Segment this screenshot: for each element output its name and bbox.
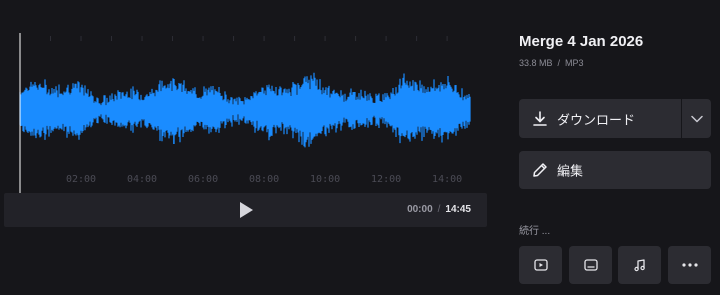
play-button[interactable] [237,201,255,219]
file-size: 33.8 MB [519,58,553,68]
time-readout: 00:00 / 14:45 [407,204,471,215]
waveform-bars [19,72,471,148]
continue-music-button[interactable] [618,246,661,284]
continue-subtitle-button[interactable] [569,246,612,284]
continue-label: 続行 ... [519,226,551,237]
time-separator: / [437,204,441,215]
pencil-icon [533,163,547,177]
chevron-down-icon [690,115,703,122]
time-tick-label: 06:00 [187,174,219,185]
time-tick-label: 02:00 [65,174,97,185]
music-icon [633,259,645,272]
download-icon [533,110,547,126]
meta-separator: / [557,58,561,68]
waveform-panel: 02:00 04:00 06:00 08:00 10:00 12:00 14:00 00:0… [0,0,490,295]
current-time: 00:00 [407,204,433,215]
file-sidebar: Merge 4 Jan 2026 33.8 MB / MP3 ダウンロード 編集 続… [519,0,711,295]
download-label: ダウンロード [557,112,636,127]
time-tick-label: 04:00 [126,174,158,185]
edit-label: 編集 [557,163,584,179]
file-title: Merge 4 Jan 2026 [519,33,644,50]
player-controls: 00:00 / 14:45 [4,193,487,227]
download-button[interactable]: ダウンロード [519,99,681,138]
time-tick-label: 08:00 [249,174,280,185]
file-meta: 33.8 MB / MP3 [519,58,584,68]
download-options-button[interactable] [682,99,711,138]
continue-more-button[interactable] [668,246,711,284]
time-tick-label: 12:00 [371,174,402,185]
time-tick-label: 14:00 [432,174,463,185]
file-format: MP3 [565,58,584,68]
continue-video-button[interactable] [519,246,562,284]
time-tick-label: 10:00 [310,174,341,185]
waveform[interactable] [0,0,490,195]
more-icon [681,263,698,267]
video-icon [533,259,548,271]
edit-button[interactable]: 編集 [519,151,711,189]
subtitle-icon [583,259,598,271]
play-icon [240,202,253,218]
total-time: 14:45 [445,204,471,215]
